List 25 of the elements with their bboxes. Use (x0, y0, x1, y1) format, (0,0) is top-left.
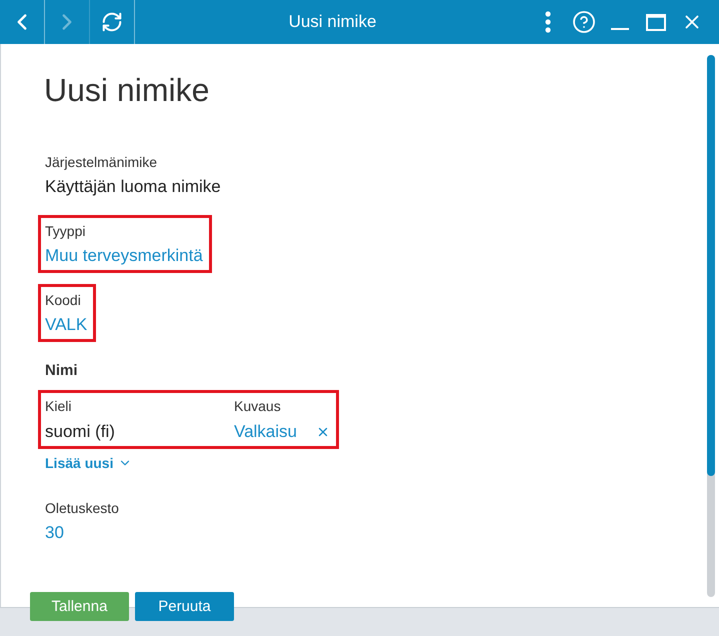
column-header: Kieli (45, 397, 72, 415)
field-link[interactable]: 30 (45, 522, 64, 544)
scrollbar-thumb[interactable] (707, 55, 715, 476)
save-button[interactable]: Tallenna (30, 592, 129, 621)
field-value: Käyttäjän luoma nimike (45, 176, 221, 198)
more-icon (545, 11, 551, 33)
field-label: Järjestelmänimike (45, 153, 158, 171)
window-title: Uusi nimike (288, 12, 376, 32)
help-icon (572, 10, 596, 34)
cancel-button[interactable]: Peruuta (135, 592, 234, 621)
add-new-button[interactable]: Lisää uusi (45, 454, 132, 472)
description-link[interactable]: Valkaisu (234, 421, 297, 443)
minimize-icon (611, 28, 629, 30)
maximize-icon (646, 14, 666, 30)
field-label: Oletuskesto (45, 499, 119, 517)
field-link[interactable]: Muu terveysmerkintä (45, 245, 203, 267)
field-label: Koodi (45, 291, 81, 309)
field-label: Tyyppi (45, 222, 86, 240)
column-header: Kuvaus (234, 397, 282, 415)
page-heading: Uusi nimike (44, 71, 210, 110)
language-cell-text: suomi (fi) (45, 421, 116, 443)
refresh-icon (101, 11, 123, 33)
remove-icon[interactable] (316, 425, 330, 439)
section-title: Nimi (45, 361, 78, 381)
field-link[interactable]: VALK (45, 314, 88, 336)
